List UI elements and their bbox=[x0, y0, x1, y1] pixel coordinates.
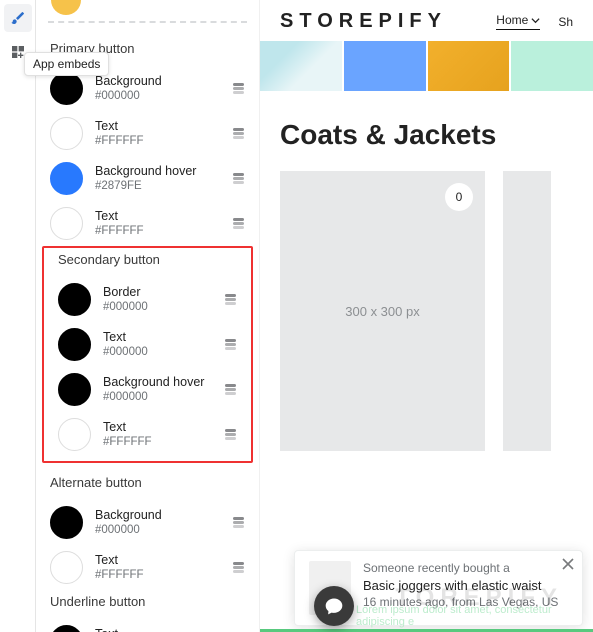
color-row[interactable]: Text #FFFFFF bbox=[44, 412, 251, 457]
color-swatch[interactable] bbox=[50, 551, 83, 584]
layers-icon[interactable] bbox=[223, 294, 237, 305]
layers-icon[interactable] bbox=[223, 429, 237, 440]
layers-icon[interactable] bbox=[223, 339, 237, 350]
color-value: #FFFFFF bbox=[103, 436, 223, 449]
color-labels: Background #000000 bbox=[83, 508, 231, 537]
color-swatch[interactable] bbox=[50, 72, 83, 105]
color-row[interactable]: Text #000000 bbox=[44, 322, 251, 367]
layers-icon[interactable] bbox=[231, 562, 245, 573]
color-swatch[interactable] bbox=[50, 207, 83, 240]
chat-bubble-button[interactable] bbox=[314, 586, 354, 626]
color-label: Text bbox=[103, 420, 223, 434]
layers-icon[interactable] bbox=[231, 173, 245, 184]
color-swatch[interactable] bbox=[58, 373, 91, 406]
store-nav: Home Sh bbox=[496, 13, 573, 30]
partial-swatch bbox=[51, 0, 81, 15]
color-swatch[interactable] bbox=[58, 418, 91, 451]
color-value: #FFFFFF bbox=[95, 135, 231, 148]
color-value: #FFFFFF bbox=[95, 569, 231, 582]
section-divider bbox=[48, 21, 247, 23]
color-swatch[interactable] bbox=[50, 625, 83, 632]
settings-panel[interactable]: Primary button Background #000000 Text #… bbox=[36, 0, 260, 632]
paint-icon bbox=[10, 10, 26, 26]
color-label: Text bbox=[95, 119, 231, 133]
section-title-secondary: Secondary button bbox=[44, 248, 251, 277]
rail-theme-button[interactable] bbox=[4, 4, 32, 32]
popup-close-button[interactable] bbox=[562, 557, 574, 575]
color-labels: Background #000000 bbox=[83, 74, 231, 103]
color-value: #FFFFFF bbox=[95, 225, 231, 238]
color-label: Text bbox=[95, 553, 231, 567]
color-label: Background hover bbox=[95, 164, 231, 178]
placeholder-text: 300 x 300 px bbox=[345, 304, 419, 319]
color-value: #000000 bbox=[103, 391, 223, 404]
nav-shop-link[interactable]: Sh bbox=[558, 15, 573, 29]
editor-rail: App embeds bbox=[0, 0, 36, 632]
color-label: Background bbox=[95, 74, 231, 88]
color-swatch[interactable] bbox=[50, 506, 83, 539]
store-preview: STOREPIFY Home Sh Coats & Jackets 300 x … bbox=[260, 0, 593, 632]
popup-lorem: Lorem ipsum dolor sit amet, consectetur … bbox=[356, 604, 593, 628]
color-value: #000000 bbox=[95, 90, 231, 103]
color-row[interactable]: Text #FFFFFF bbox=[36, 201, 259, 246]
store-header: STOREPIFY Home Sh bbox=[260, 0, 593, 41]
section-title-underline: Underline button bbox=[36, 590, 259, 619]
color-value: #000000 bbox=[95, 524, 231, 537]
store-logo[interactable]: STOREPIFY bbox=[280, 10, 447, 33]
color-label: Background bbox=[95, 508, 231, 522]
color-row[interactable]: Background hover #2879FE bbox=[36, 156, 259, 201]
product-card[interactable]: 300 x 300 px 0 bbox=[280, 171, 485, 451]
product-card[interactable] bbox=[503, 171, 551, 451]
layers-icon[interactable] bbox=[231, 218, 245, 229]
page-title: Coats & Jackets bbox=[260, 91, 593, 171]
color-labels: Text #FFFFFF bbox=[83, 209, 231, 238]
nav-home-label: Home bbox=[496, 13, 528, 27]
color-row[interactable]: Text #FFFFFF bbox=[36, 545, 259, 590]
rail-tooltip: App embeds bbox=[24, 52, 109, 76]
color-labels: Text #000000 bbox=[83, 627, 231, 632]
color-label: Background hover bbox=[103, 375, 223, 389]
color-swatch[interactable] bbox=[50, 162, 83, 195]
color-labels: Text #000000 bbox=[91, 330, 223, 359]
color-row[interactable]: Text #000000 bbox=[36, 619, 259, 632]
color-labels: Background hover #000000 bbox=[91, 375, 223, 404]
color-label: Border bbox=[103, 285, 223, 299]
section-secondary-highlight: Secondary button Border #000000 Text #00… bbox=[42, 246, 253, 463]
layers-icon[interactable] bbox=[231, 83, 245, 94]
color-swatch[interactable] bbox=[58, 328, 91, 361]
color-swatch[interactable] bbox=[50, 117, 83, 150]
color-labels: Text #FFFFFF bbox=[83, 553, 231, 582]
layers-icon[interactable] bbox=[231, 517, 245, 528]
chat-icon bbox=[324, 596, 344, 616]
wishlist-count-badge[interactable]: 0 bbox=[445, 183, 473, 211]
color-row[interactable]: Background hover #000000 bbox=[44, 367, 251, 412]
color-label: Text bbox=[103, 330, 223, 344]
layers-icon[interactable] bbox=[223, 384, 237, 395]
color-labels: Text #FFFFFF bbox=[83, 119, 231, 148]
color-labels: Border #000000 bbox=[91, 285, 223, 314]
color-value: #000000 bbox=[103, 346, 223, 359]
section-title-alternate: Alternate button bbox=[36, 471, 259, 500]
close-icon bbox=[562, 558, 574, 570]
color-label: Text bbox=[95, 627, 231, 632]
color-swatch[interactable] bbox=[58, 283, 91, 316]
color-row[interactable]: Background #000000 bbox=[36, 500, 259, 545]
color-value: #2879FE bbox=[95, 180, 231, 193]
color-value: #000000 bbox=[103, 301, 223, 314]
color-labels: Text #FFFFFF bbox=[91, 420, 223, 449]
popup-line1: Someone recently bought a bbox=[363, 561, 568, 577]
popup-title[interactable]: Basic joggers with elastic waist bbox=[363, 578, 568, 595]
hero-banner bbox=[260, 41, 593, 91]
layers-icon[interactable] bbox=[231, 128, 245, 139]
color-labels: Background hover #2879FE bbox=[83, 164, 231, 193]
color-row[interactable]: Text #FFFFFF bbox=[36, 111, 259, 156]
color-label: Text bbox=[95, 209, 231, 223]
nav-home-link[interactable]: Home bbox=[496, 13, 540, 30]
color-row[interactable]: Border #000000 bbox=[44, 277, 251, 322]
chevron-down-icon bbox=[531, 16, 540, 25]
product-grid: 300 x 300 px 0 bbox=[260, 171, 593, 451]
